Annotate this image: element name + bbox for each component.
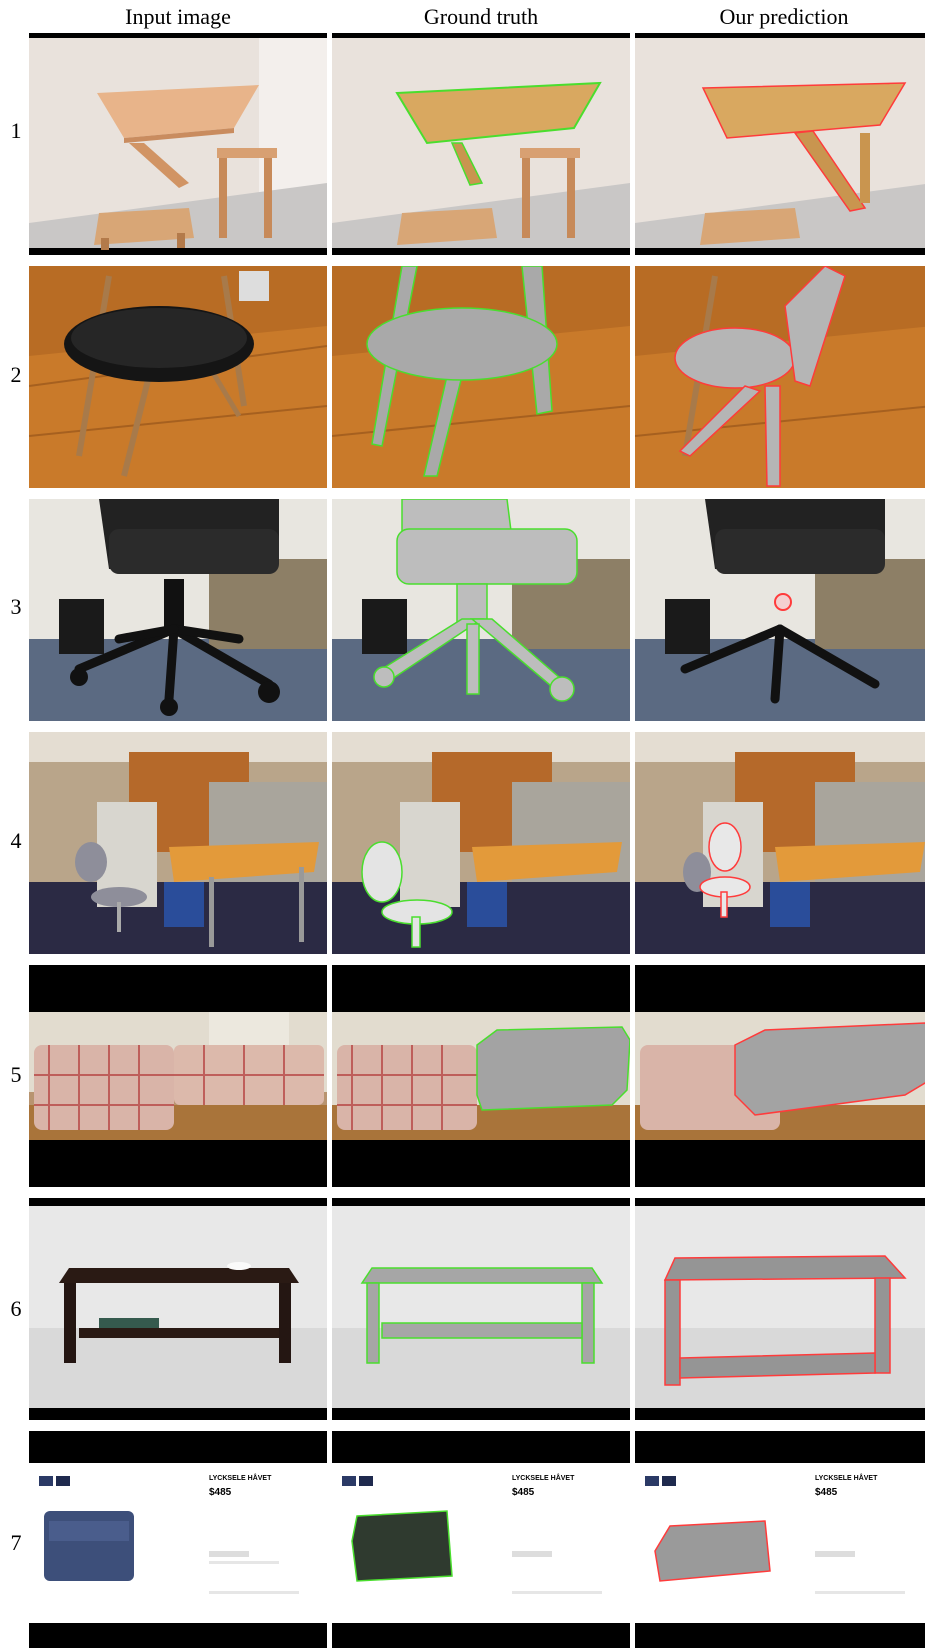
row-label-3: 3 (10, 594, 22, 619)
row3-prediction-image (635, 499, 925, 721)
column-header-ground-truth: Ground truth (423, 4, 539, 29)
row-label-6: 6 (10, 1296, 22, 1321)
row7-ground-truth-image: LYCKSELE HÅVET $485 (332, 1431, 630, 1648)
product-price: $485 (815, 1487, 838, 1498)
row-label-5: 5 (10, 1062, 22, 1087)
product-price: $485 (512, 1487, 535, 1498)
row2-prediction-image (635, 266, 925, 488)
row2-input-image (29, 266, 327, 488)
product-title: LYCKSELE HÅVET (512, 1475, 575, 1482)
row2-ground-truth-image (332, 266, 630, 488)
row-label-4: 4 (10, 828, 22, 853)
row-label-2: 2 (10, 362, 22, 387)
product-price: $485 (209, 1487, 232, 1498)
row1-input-image (29, 33, 327, 255)
row5-prediction-image (635, 965, 925, 1187)
row3-ground-truth-image (332, 499, 630, 721)
row4-ground-truth-image (332, 732, 630, 954)
row1-prediction-image (635, 33, 925, 255)
column-header-prediction: Our prediction (719, 4, 849, 29)
row-label-1: 1 (10, 118, 22, 143)
column-header-input: Input image (125, 4, 231, 29)
product-title: LYCKSELE HÅVET (815, 1475, 878, 1482)
row4-input-image (29, 732, 327, 954)
row6-prediction-image (635, 1198, 925, 1420)
row6-ground-truth-image (332, 1198, 630, 1420)
row1-ground-truth-image (332, 33, 630, 255)
row4-prediction-image (635, 732, 925, 954)
row7-prediction-image: LYCKSELE HÅVET $485 (635, 1431, 925, 1648)
row7-input-image: LYCKSELE HÅVET $485 (29, 1431, 327, 1648)
row5-input-image (29, 965, 327, 1187)
row-label-7: 7 (10, 1530, 22, 1555)
row5-ground-truth-image (332, 965, 630, 1187)
product-title: LYCKSELE HÅVET (209, 1475, 272, 1482)
row3-input-image (29, 499, 327, 721)
row6-input-image (29, 1198, 327, 1420)
